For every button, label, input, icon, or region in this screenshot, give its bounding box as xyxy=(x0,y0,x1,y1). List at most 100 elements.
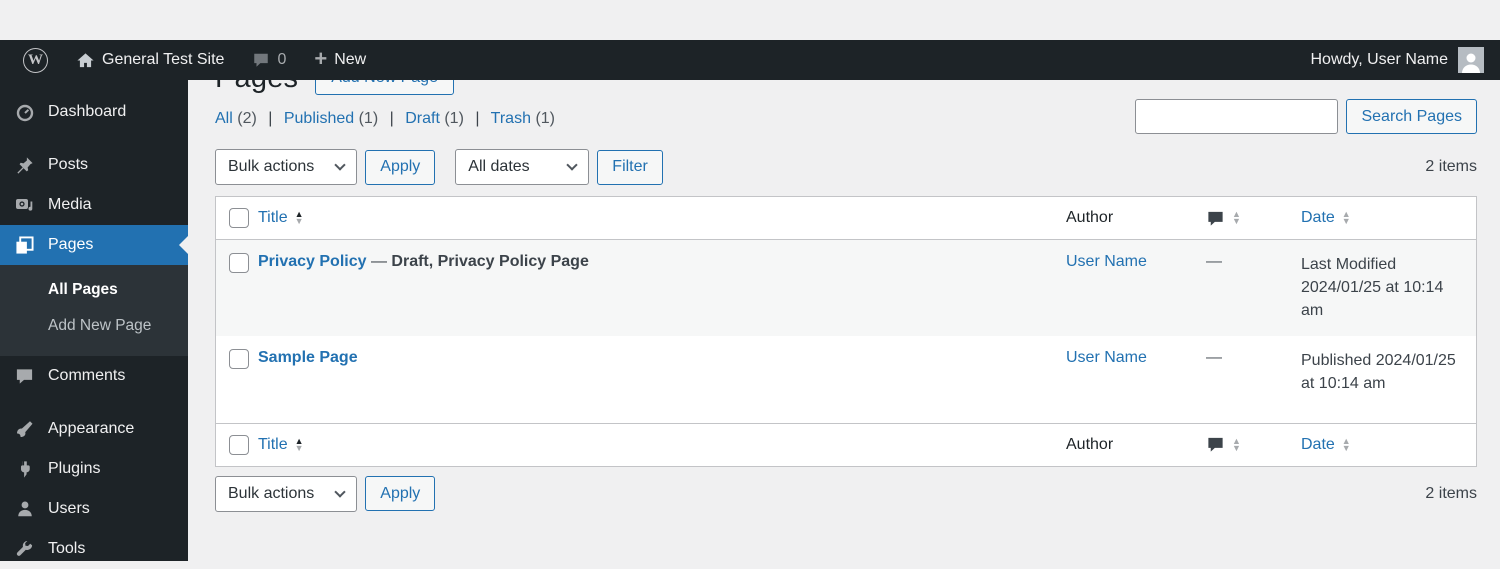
comments-column-icon[interactable] xyxy=(1206,209,1225,228)
pages-icon xyxy=(14,235,35,255)
bulk-actions-select[interactable]: Bulk actions xyxy=(215,149,358,185)
page-title-link[interactable]: Privacy Policy xyxy=(258,253,367,270)
comment-count-dash: — xyxy=(1206,253,1222,270)
comments-bubble-menu[interactable]: 0 xyxy=(243,40,295,80)
sidebar-label: Plugins xyxy=(48,460,101,477)
author-column-header: Author xyxy=(1066,209,1114,226)
user-avatar xyxy=(1458,47,1484,73)
wordpress-logo-icon: W xyxy=(23,47,48,73)
filter-all-link[interactable]: All xyxy=(215,110,233,127)
new-label: New xyxy=(334,51,367,68)
new-content-menu[interactable]: + New xyxy=(305,40,375,80)
filter-count: (1) xyxy=(535,110,555,127)
admin-bar: W General Test Site 0 + New Howdy, User … xyxy=(0,40,1500,80)
sort-arrows-icon: ▲ ▼ xyxy=(1232,435,1241,453)
filter-count: (1) xyxy=(444,110,464,127)
sidebar-item-pages[interactable]: Pages xyxy=(0,225,188,265)
filter-draft-link[interactable]: Draft xyxy=(405,110,440,127)
sidebar-item-add-new-page[interactable]: Add New Page xyxy=(0,308,188,344)
sidebar-label: Dashboard xyxy=(48,103,127,120)
sort-by-title-link[interactable]: Title xyxy=(258,209,288,227)
items-count: 2 items xyxy=(1425,484,1477,502)
filter-count: (2) xyxy=(237,110,257,127)
sidebar-item-users[interactable]: Users xyxy=(0,489,188,529)
comment-bubble-icon xyxy=(14,367,35,386)
select-all-checkbox[interactable] xyxy=(229,208,249,228)
table-row: Privacy Policy — Draft, Privacy Policy P… xyxy=(216,240,1476,336)
comment-count: 0 xyxy=(277,51,287,68)
sidebar-label: Appearance xyxy=(48,420,135,437)
post-state: Draft, Privacy Policy Page xyxy=(391,253,589,270)
page-title-link[interactable]: Sample Page xyxy=(258,349,358,366)
comments-column-icon[interactable] xyxy=(1206,435,1225,454)
date-cell: Published 2024/01/25 at 10:14 am xyxy=(1301,351,1456,392)
main-content: Screen Options ▼ Help ▼ Pages Add New Pa… xyxy=(188,40,1500,524)
sidebar-item-dashboard[interactable]: Dashboard xyxy=(0,92,188,132)
separator: | xyxy=(475,110,480,127)
site-name-label: General Test Site xyxy=(102,51,225,68)
author-column-header: Author xyxy=(1066,435,1114,453)
search-input[interactable] xyxy=(1135,99,1339,134)
sidebar-item-media[interactable]: Media xyxy=(0,185,188,225)
separator: | xyxy=(389,110,394,127)
search-box: Search Pages xyxy=(1135,99,1477,134)
dashboard-icon xyxy=(14,102,35,122)
filter-published-link[interactable]: Published xyxy=(284,110,354,127)
filter-count: (1) xyxy=(358,110,379,127)
table-row: Sample Page User Name — Published 2024/0… xyxy=(216,336,1476,423)
table-header-row: Title ▲ ▼ Author ▲ ▼ Date ▲ ▼ xyxy=(216,197,1476,240)
howdy-label: Howdy, User Name xyxy=(1310,51,1448,68)
select-all-checkbox[interactable] xyxy=(229,434,249,455)
apply-button-bottom[interactable]: Apply xyxy=(365,476,436,512)
admin-sidebar: Dashboard Posts Media Pages All Pages Ad… xyxy=(0,80,188,561)
author-link[interactable]: User Name xyxy=(1066,349,1147,367)
select-row-checkbox[interactable] xyxy=(229,253,249,273)
sidebar-label: Tools xyxy=(48,540,86,557)
select-row-checkbox[interactable] xyxy=(229,348,249,369)
sort-arrows-icon: ▲ ▼ xyxy=(1341,209,1351,226)
table-footer-row: Title ▲ ▼ Author ▲ ▼ Date ▲ ▼ xyxy=(216,422,1476,466)
user-icon xyxy=(14,500,35,518)
media-icon xyxy=(14,195,35,215)
separator: | xyxy=(268,110,273,127)
comment-count-dash: — xyxy=(1206,348,1222,366)
plus-icon: + xyxy=(314,46,328,71)
sidebar-item-appearance[interactable]: Appearance xyxy=(0,409,188,449)
sort-by-date-link[interactable]: Date xyxy=(1301,209,1335,227)
sidebar-label: Comments xyxy=(48,367,126,384)
site-name-menu[interactable]: General Test Site xyxy=(67,40,233,80)
date-cell: Last Modified 2024/01/25 at 10:14 am xyxy=(1301,256,1444,320)
sidebar-label: Pages xyxy=(48,236,94,253)
sort-arrows-icon: ▲ ▼ xyxy=(1232,209,1241,226)
bulk-actions-value: Bulk actions xyxy=(228,484,315,502)
paintbrush-icon xyxy=(14,419,35,439)
wordpress-logo-menu[interactable]: W xyxy=(14,40,57,80)
bottom-toolbar: Bulk actions Apply 2 items xyxy=(215,475,1477,524)
sort-arrows-icon: ▲ ▼ xyxy=(294,209,304,226)
sidebar-item-plugins[interactable]: Plugins xyxy=(0,449,188,489)
date-filter-value: All dates xyxy=(468,158,530,175)
sidebar-item-all-pages[interactable]: All Pages xyxy=(0,272,188,308)
comment-bubble-icon xyxy=(252,51,270,69)
sidebar-item-posts[interactable]: Posts xyxy=(0,145,188,185)
pushpin-icon xyxy=(14,156,35,175)
sidebar-item-tools[interactable]: Tools xyxy=(0,529,188,569)
sidebar-item-comments[interactable]: Comments xyxy=(0,356,188,396)
my-account-menu[interactable]: Howdy, User Name xyxy=(1310,47,1486,73)
bulk-actions-select-bottom[interactable]: Bulk actions xyxy=(215,475,358,512)
chevron-down-icon xyxy=(334,485,346,498)
filter-trash-link[interactable]: Trash xyxy=(491,110,531,127)
state-separator: — xyxy=(366,253,392,270)
date-filter-select[interactable]: All dates xyxy=(455,149,590,185)
sort-by-date-link[interactable]: Date xyxy=(1301,436,1335,454)
top-toolbar: Bulk actions Apply All dates Filter 2 it… xyxy=(215,149,1477,185)
author-link[interactable]: User Name xyxy=(1066,253,1147,271)
sort-by-title-link[interactable]: Title xyxy=(258,436,288,454)
search-pages-button[interactable]: Search Pages xyxy=(1346,99,1477,134)
pages-table: Title ▲ ▼ Author ▲ ▼ Date ▲ ▼ Privacy Po… xyxy=(215,196,1477,467)
sidebar-label: Posts xyxy=(48,156,89,173)
plugin-icon xyxy=(14,460,35,479)
filter-button[interactable]: Filter xyxy=(597,149,663,185)
sort-arrows-icon: ▲ ▼ xyxy=(1341,435,1351,453)
apply-button[interactable]: Apply xyxy=(365,149,436,185)
